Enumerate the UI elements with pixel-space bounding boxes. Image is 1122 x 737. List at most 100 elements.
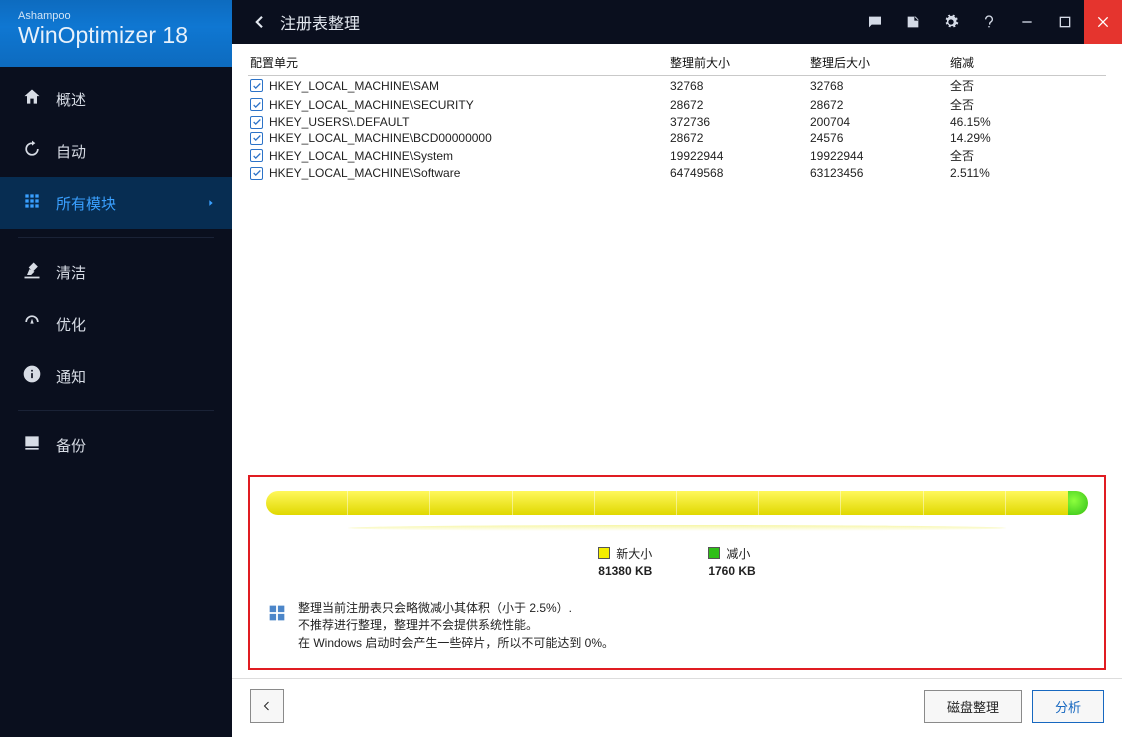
result-panel: 新大小 81380 KB 减小 1760 KB 整理当前注册表只会略微减小其体积… <box>248 475 1106 670</box>
reduction: 14.29% <box>948 131 1088 145</box>
after-size: 24576 <box>808 131 948 145</box>
checkbox-icon[interactable] <box>250 79 263 92</box>
hive-name: HKEY_LOCAL_MACHINE\System <box>269 149 453 163</box>
sidebar-item-notify[interactable]: 通知 <box>0 350 232 402</box>
disk-icon <box>22 433 42 457</box>
help-icon[interactable] <box>970 0 1008 44</box>
footer: 磁盘整理 分析 <box>232 678 1122 737</box>
square-yellow-icon <box>598 547 610 559</box>
sidebar-item-label: 清洁 <box>56 262 86 283</box>
sidebar-item-all-modules[interactable]: 所有模块 <box>0 177 232 229</box>
note-icon[interactable] <box>894 0 932 44</box>
sidebar: Ashampoo WinOptimizer 18 概述 自动 所有模块 <box>0 0 232 737</box>
sidebar-item-label: 所有模块 <box>56 193 116 214</box>
col-reduce[interactable]: 缩减 <box>948 54 1088 71</box>
chevron-right-icon <box>206 195 216 212</box>
reduction: 全否 <box>948 147 1088 164</box>
bar-cap-green <box>1068 491 1088 515</box>
gauge-icon <box>22 312 42 336</box>
before-size: 28672 <box>668 98 808 112</box>
checkbox-icon[interactable] <box>250 149 263 162</box>
table-row[interactable]: HKEY_LOCAL_MACHINE\BCD00000000 2867224576… <box>248 130 1106 146</box>
col-after[interactable]: 整理后大小 <box>808 54 948 71</box>
registry-table: 配置单元 整理前大小 整理后大小 缩减 HKEY_LOCAL_MACHINE\S… <box>248 50 1106 181</box>
reduction: 46.15% <box>948 115 1088 129</box>
sidebar-item-backup[interactable]: 备份 <box>0 419 232 471</box>
table-header: 配置单元 整理前大小 整理后大小 缩减 <box>248 50 1106 76</box>
legend-new-size: 新大小 81380 KB <box>598 545 652 578</box>
grid-icon <box>22 191 42 215</box>
reduction: 2.511% <box>948 166 1088 180</box>
hive-name: HKEY_LOCAL_MACHINE\SECURITY <box>269 98 474 112</box>
sidebar-item-label: 通知 <box>56 366 86 387</box>
sidebar-item-label: 自动 <box>56 141 86 162</box>
checkbox-icon[interactable] <box>250 98 263 111</box>
col-hive[interactable]: 配置单元 <box>248 54 668 71</box>
size-bar <box>266 491 1088 515</box>
home-icon <box>22 87 42 111</box>
reduction: 全否 <box>948 96 1088 113</box>
after-size: 28672 <box>808 98 948 112</box>
reduction: 全否 <box>948 77 1088 94</box>
col-before[interactable]: 整理前大小 <box>668 54 808 71</box>
sidebar-item-label: 备份 <box>56 435 86 456</box>
checkbox-icon[interactable] <box>250 132 263 145</box>
broom-icon <box>22 260 42 284</box>
sidebar-item-overview[interactable]: 概述 <box>0 73 232 125</box>
after-size: 63123456 <box>808 166 948 180</box>
sidebar-item-clean[interactable]: 清洁 <box>0 246 232 298</box>
info-icon <box>22 364 42 388</box>
defrag-button[interactable]: 磁盘整理 <box>924 690 1022 723</box>
nav-divider <box>18 237 214 238</box>
registry-icon <box>266 602 288 652</box>
before-size: 64749568 <box>668 166 808 180</box>
table-row[interactable]: HKEY_LOCAL_MACHINE\System 199229441992294… <box>248 146 1106 165</box>
content: 配置单元 整理前大小 整理后大小 缩减 HKEY_LOCAL_MACHINE\S… <box>232 44 1122 475</box>
page-title: 注册表整理 <box>280 10 360 34</box>
brand-name: WinOptimizer 18 <box>18 22 214 49</box>
nav-list: 概述 自动 所有模块 清洁 优化 通知 <box>0 73 232 471</box>
before-size: 372736 <box>668 115 808 129</box>
nav-divider <box>18 410 214 411</box>
loop-icon <box>22 139 42 163</box>
maximize-button[interactable] <box>1046 0 1084 44</box>
notes: 整理当前注册表只会略微减小其体积（小于 2.5%）. 不推荐进行整理，整理并不会… <box>266 600 1088 652</box>
before-size: 19922944 <box>668 149 808 163</box>
hive-name: HKEY_LOCAL_MACHINE\BCD00000000 <box>269 131 492 145</box>
before-size: 32768 <box>668 79 808 93</box>
legend-reduce: 减小 1760 KB <box>708 545 755 578</box>
sidebar-item-label: 优化 <box>56 314 86 335</box>
table-row[interactable]: HKEY_USERS\.DEFAULT 37273620070446.15% <box>248 114 1106 130</box>
sidebar-item-label: 概述 <box>56 89 86 110</box>
note-line: 整理当前注册表只会略微减小其体积（小于 2.5%）. <box>298 600 614 617</box>
footer-back-button[interactable] <box>250 689 284 723</box>
hive-name: HKEY_USERS\.DEFAULT <box>269 115 409 129</box>
legend: 新大小 81380 KB 减小 1760 KB <box>266 545 1088 578</box>
brand-block: Ashampoo WinOptimizer 18 <box>0 0 232 67</box>
checkbox-icon[interactable] <box>250 167 263 180</box>
hive-name: HKEY_LOCAL_MACHINE\Software <box>269 166 460 180</box>
after-size: 32768 <box>808 79 948 93</box>
checkbox-icon[interactable] <box>250 116 263 129</box>
after-size: 19922944 <box>808 149 948 163</box>
before-size: 28672 <box>668 131 808 145</box>
after-size: 200704 <box>808 115 948 129</box>
note-line: 在 Windows 启动时会产生一些碎片，所以不可能达到 0%。 <box>298 635 614 652</box>
table-row[interactable]: HKEY_LOCAL_MACHINE\SECURITY2867228672全否 <box>248 95 1106 114</box>
close-button[interactable] <box>1084 0 1122 44</box>
square-green-icon <box>708 547 720 559</box>
minimize-button[interactable] <box>1008 0 1046 44</box>
brand-top: Ashampoo <box>18 10 214 22</box>
main: 注册表整理 配置单元 整理前大小 整理后大小 缩减 HKEY_LOCAL_MAC… <box>232 0 1122 737</box>
gear-icon[interactable] <box>932 0 970 44</box>
analyze-button[interactable]: 分析 <box>1032 690 1104 723</box>
note-line: 不推荐进行整理，整理并不会提供系统性能。 <box>298 617 614 634</box>
sidebar-item-optimize[interactable]: 优化 <box>0 298 232 350</box>
hive-name: HKEY_LOCAL_MACHINE\SAM <box>269 79 439 93</box>
sidebar-item-auto[interactable]: 自动 <box>0 125 232 177</box>
back-button[interactable] <box>242 5 276 39</box>
titlebar: 注册表整理 <box>232 0 1122 44</box>
table-row[interactable]: HKEY_LOCAL_MACHINE\Software 6474956863123… <box>248 165 1106 181</box>
table-row[interactable]: HKEY_LOCAL_MACHINE\SAM3276832768全否 <box>248 76 1106 95</box>
message-icon[interactable] <box>856 0 894 44</box>
